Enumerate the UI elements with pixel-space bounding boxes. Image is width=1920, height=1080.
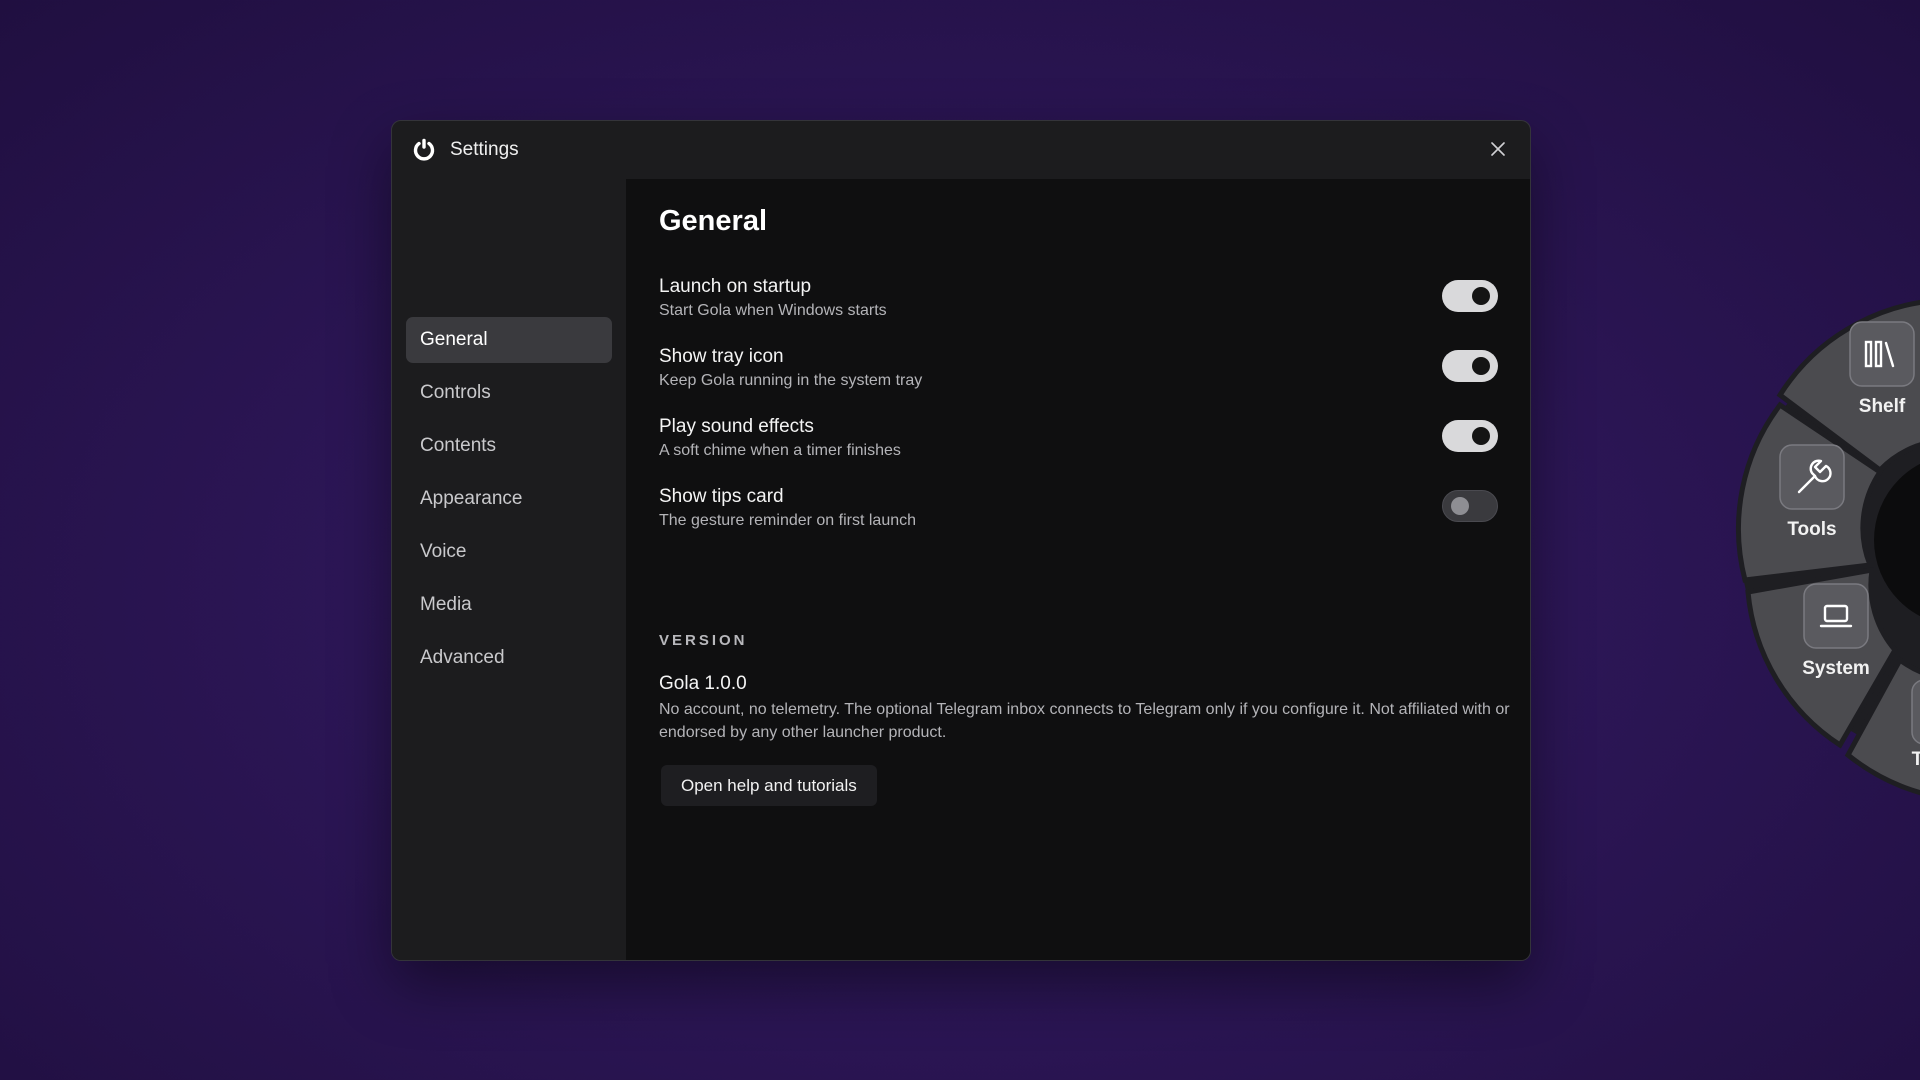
sidebar-item-appearance[interactable]: Appearance (406, 476, 612, 522)
sidebar-item-controls[interactable]: Controls (406, 370, 612, 416)
gola-logo-icon (413, 138, 435, 161)
setting-play-sound-effects: Play sound effects A soft chime when a t… (659, 416, 1498, 472)
launch-on-startup-toggle[interactable] (1442, 280, 1498, 312)
sidebar-item-label: Contents (420, 435, 497, 456)
sidebar-item-contents[interactable]: Contents (406, 423, 612, 469)
settings-window: Settings General Controls Contents Appea… (391, 120, 1531, 961)
page-title: General (659, 205, 767, 237)
version-heading: VERSION (659, 632, 748, 649)
close-icon (1491, 142, 1505, 156)
settings-content: General Launch on startup Start Gola whe… (626, 179, 1530, 960)
setting-description: A soft chime when a timer finishes (659, 442, 901, 459)
setting-description: Start Gola when Windows starts (659, 302, 887, 319)
open-help-button[interactable]: Open help and tutorials (661, 765, 877, 806)
close-button[interactable] (1486, 137, 1510, 161)
sidebar-item-label: Advanced (420, 647, 505, 668)
setting-label: Launch on startup (659, 276, 812, 297)
setting-label: Show tips card (659, 486, 784, 507)
version-name: Gola 1.0.0 (659, 673, 747, 694)
sidebar-item-general[interactable]: General (406, 317, 612, 363)
sidebar-item-advanced[interactable]: Advanced (406, 635, 612, 681)
show-tips-card-toggle[interactable] (1442, 490, 1498, 522)
toggle-knob (1472, 287, 1490, 305)
sidebar-item-label: Media (420, 594, 472, 615)
setting-show-tips-card: Show tips card The gesture reminder on f… (659, 486, 1498, 542)
setting-label: Play sound effects (659, 416, 814, 437)
setting-description: Keep Gola running in the system tray (659, 372, 923, 389)
sidebar-item-label: Voice (420, 541, 467, 562)
sidebar-item-label: Appearance (420, 488, 523, 509)
sidebar-item-media[interactable]: Media (406, 582, 612, 628)
show-tray-icon-toggle[interactable] (1442, 350, 1498, 382)
setting-show-tray-icon: Show tray icon Keep Gola running in the … (659, 346, 1498, 402)
version-note: No account, no telemetry. The optional T… (659, 701, 1510, 741)
sidebar: General Controls Contents Appearance Voi… (392, 179, 626, 960)
setting-label: Show tray icon (659, 346, 784, 367)
setting-description: The gesture reminder on first launch (659, 512, 917, 529)
sidebar-item-label: General (420, 329, 488, 350)
sidebar-item-voice[interactable]: Voice (406, 529, 612, 575)
sidebar-item-label: Controls (420, 382, 491, 403)
toggle-knob (1451, 497, 1469, 515)
toggle-knob (1472, 357, 1490, 375)
toggle-knob (1472, 427, 1490, 445)
setting-launch-on-startup: Launch on startup Start Gola when Window… (659, 276, 1498, 332)
play-sound-effects-toggle[interactable] (1442, 420, 1498, 452)
window-title: Settings (450, 139, 519, 160)
title-bar: Settings (392, 121, 1530, 179)
